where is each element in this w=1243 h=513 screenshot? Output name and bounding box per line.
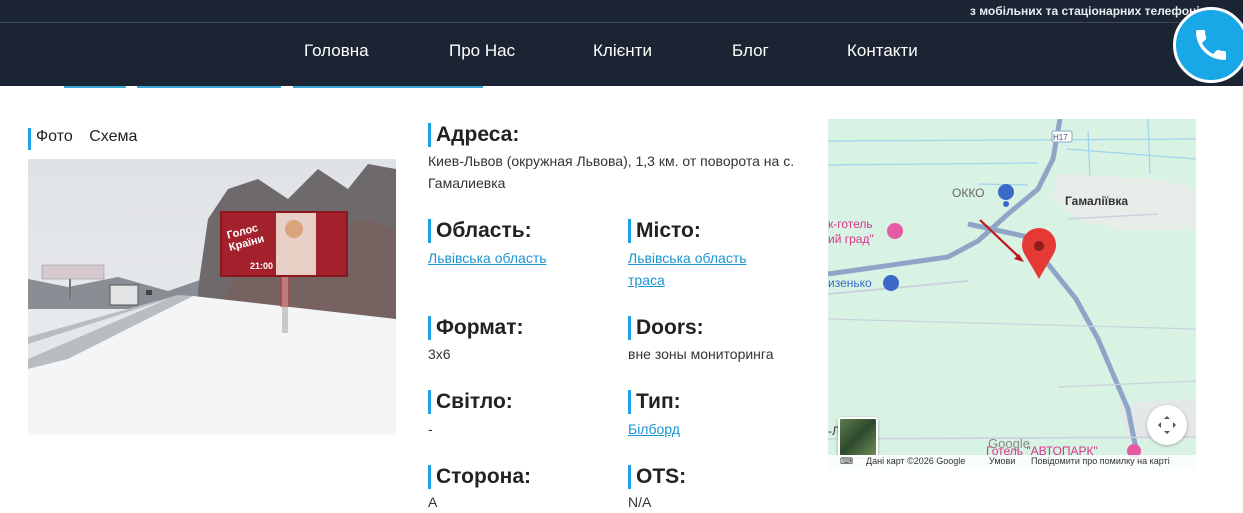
main-nav: Головна Про Нас Клієнти Блог Контакти [0,22,1243,86]
light-value: - [428,421,433,437]
address-label: Адреса: [428,123,519,147]
phone-icon [1196,30,1226,60]
satellite-toggle[interactable] [838,417,878,457]
light-label: Світло: [428,390,513,414]
header-subtitle: з мобільних та стаціонарних телефонів [969,4,1207,18]
map-fullscreen-button[interactable] [1147,405,1187,445]
format-label: Формат: [428,316,524,340]
nav-item-clients[interactable]: Клієнти [593,41,652,61]
side-label: Сторона: [428,465,531,489]
ots-value: N/A [628,494,652,510]
breadcrumb-link[interactable] [64,86,126,88]
type-label: Тип: [628,390,681,414]
fullscreen-icon [1158,416,1176,434]
region-value: Львівська область [428,247,547,269]
nav-item-blog[interactable]: Блог [732,41,769,61]
map-label-hotel-1b: ий град" [828,232,874,246]
map-label-okko: ОККО [952,186,985,200]
billboard-photo[interactable]: Голос Країни 21:00 [28,159,396,435]
location-map[interactable]: H17 ОККО Гамаліївка к-готель ий град" из… [828,119,1196,469]
doors-value: вне зоны мониторинга [628,346,774,362]
format-value: 3x6 [428,346,451,362]
address-value: Киев-Львов (окружная Львова), 1,3 км. от… [428,153,795,191]
nav-item-contacts[interactable]: Контакти [847,41,918,61]
road-badge: H17 [1053,133,1068,142]
map-label-shop: изенько [828,276,872,290]
map-data-credit: Дані карт ©2026 Google [866,456,966,466]
media-tabs: Фото Схема [28,128,149,150]
region-link[interactable]: Львівська область [428,247,547,269]
type-value: Білборд [628,418,680,440]
breadcrumb-link[interactable] [293,86,483,88]
city-label: Місто: [628,219,701,243]
tab-scheme[interactable]: Схема [89,128,137,146]
map-footer: ⌨ Дані карт ©2026 Google Умови Повідомит… [828,455,1196,469]
nav-item-home[interactable]: Головна [304,41,369,61]
tab-photo[interactable]: Фото [36,128,73,146]
map-terms-link[interactable]: Умови [989,456,1015,466]
city-region-link[interactable]: Львівська область [628,247,747,269]
region-label: Область: [428,219,532,243]
call-button[interactable] [1173,7,1243,83]
top-bar: з мобільних та стаціонарних телефонів [0,0,1243,22]
keyboard-icon[interactable]: ⌨ [840,456,853,467]
ots-label: OTS: [628,465,686,489]
nav-item-about[interactable]: Про Нас [449,41,515,61]
type-link[interactable]: Білборд [628,418,680,440]
doors-label: Doors: [628,316,704,340]
map-label-village: Гамаліївка [1065,194,1129,208]
svg-text:21:00: 21:00 [250,261,273,271]
breadcrumb-link[interactable] [137,86,281,88]
map-report-link[interactable]: Повідомити про помилку на карті [1031,456,1170,466]
city-highway-link[interactable]: траса [628,269,747,291]
map-label-hotel-1a: к-готель [828,217,873,231]
side-value: A [428,494,438,510]
city-value: Львівська область траса [628,247,747,291]
